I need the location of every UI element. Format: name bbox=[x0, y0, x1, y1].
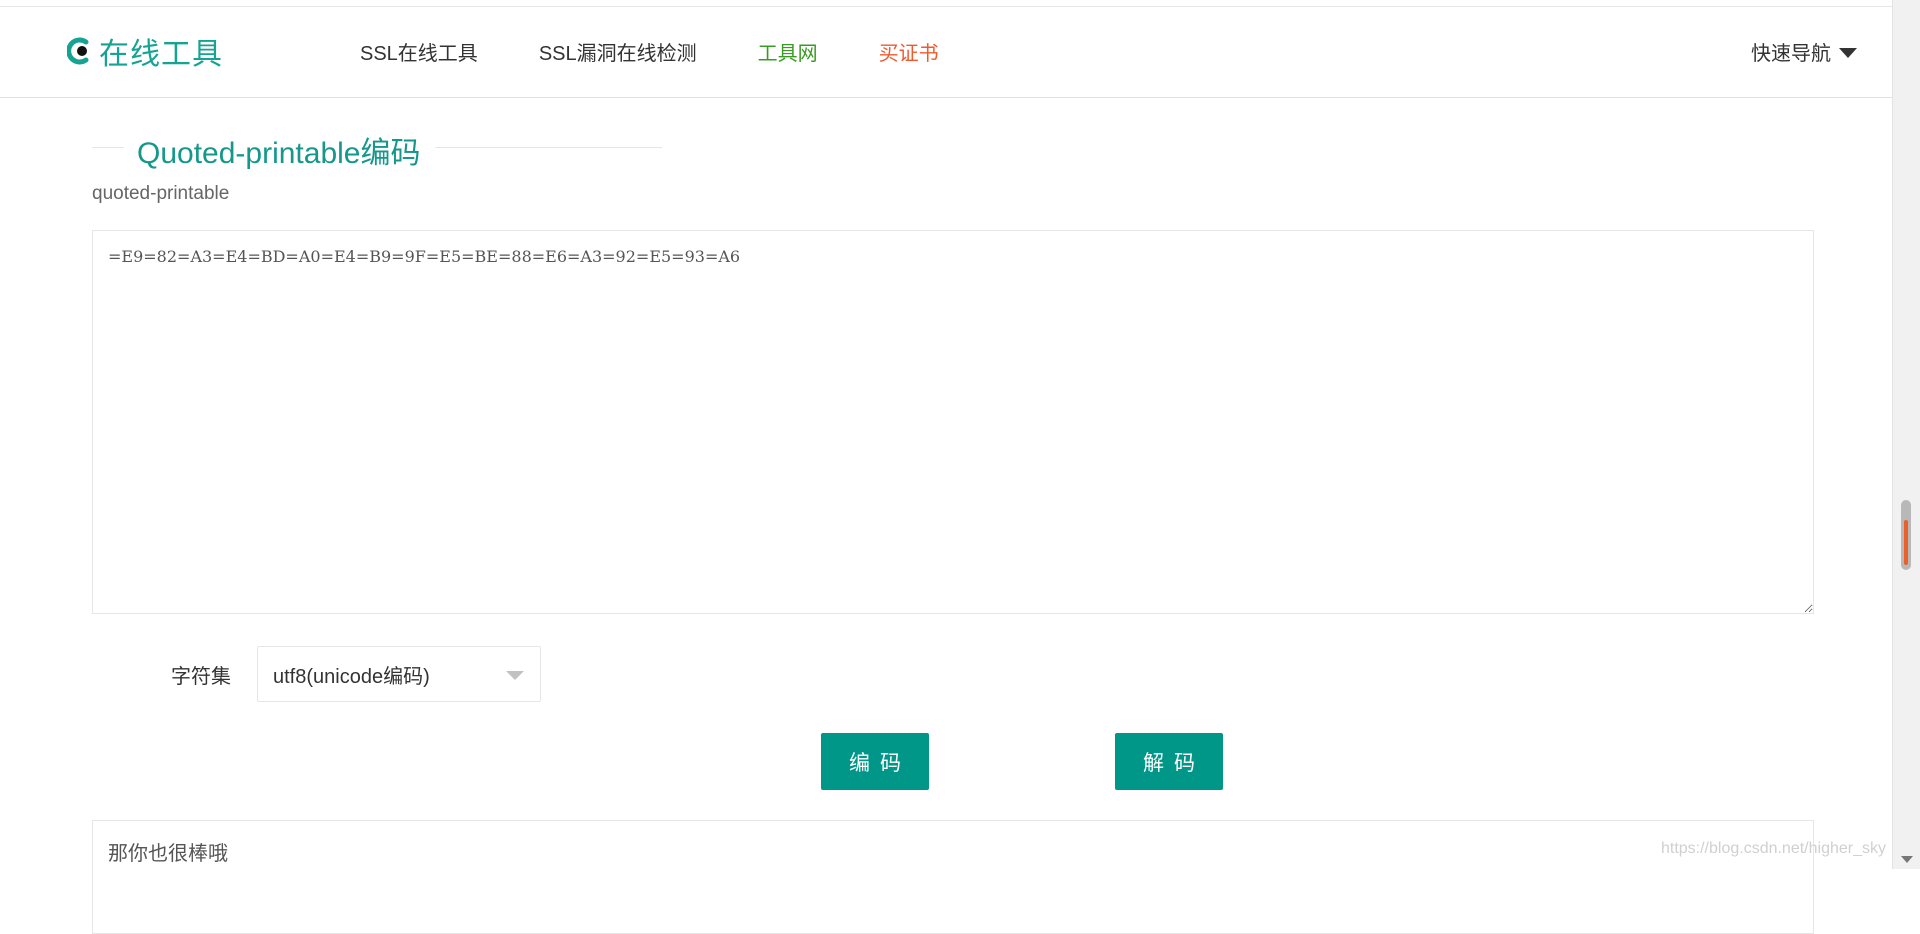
watermark: https://blog.csdn.net/higher_sky bbox=[1660, 840, 1886, 857]
nav-ssl-vuln-check[interactable]: SSL漏洞在线检测 bbox=[539, 37, 697, 66]
quick-nav-dropdown[interactable]: 快速导航 bbox=[1751, 37, 1857, 66]
logo-icon bbox=[67, 37, 89, 65]
main-nav: SSL在线工具 SSL漏洞在线检测 工具网 买证书 bbox=[360, 37, 1000, 66]
page-scrollbar[interactable] bbox=[1892, 0, 1920, 869]
nav-tools-site[interactable]: 工具网 bbox=[758, 37, 818, 66]
heading-divider-left bbox=[92, 147, 124, 148]
result-textarea[interactable]: 那你也很棒哦 bbox=[92, 820, 1814, 934]
decode-button[interactable]: 解码 bbox=[1115, 733, 1223, 790]
top-border bbox=[0, 0, 1893, 7]
scroll-thumb[interactable] bbox=[1901, 500, 1911, 570]
site-header: 在线工具 SSL在线工具 SSL漏洞在线检测 工具网 买证书 快速导航 bbox=[0, 7, 1893, 98]
charset-selected-value: utf8(unicode编码) bbox=[273, 665, 430, 688]
charset-label: 字符集 bbox=[171, 666, 231, 688]
caret-down-icon bbox=[1839, 47, 1857, 58]
site-logo[interactable]: 在线工具 bbox=[67, 31, 223, 71]
chevron-down-icon bbox=[506, 671, 524, 680]
scroll-thumb-highlight bbox=[1904, 520, 1908, 565]
encode-button[interactable]: 编码 bbox=[821, 733, 929, 790]
input-textarea[interactable]: =E9=82=A3=E4=BD=A0=E4=B9=9F=E5=BE=88=E6=… bbox=[92, 230, 1814, 614]
charset-select[interactable]: utf8(unicode编码) bbox=[257, 646, 541, 702]
heading-divider-right bbox=[435, 147, 662, 148]
quick-nav-label: 快速导航 bbox=[1751, 43, 1831, 65]
page-title: Quoted-printable编码 bbox=[137, 128, 421, 172]
section-heading: Quoted-printable编码 bbox=[92, 128, 662, 172]
scroll-down-arrow-icon[interactable] bbox=[1901, 856, 1913, 863]
logo-text: 在线工具 bbox=[99, 38, 223, 71]
nav-ssl-tools[interactable]: SSL在线工具 bbox=[360, 37, 478, 66]
nav-buy-cert[interactable]: 买证书 bbox=[879, 37, 939, 66]
section-subtitle: quoted-printable bbox=[92, 183, 230, 204]
